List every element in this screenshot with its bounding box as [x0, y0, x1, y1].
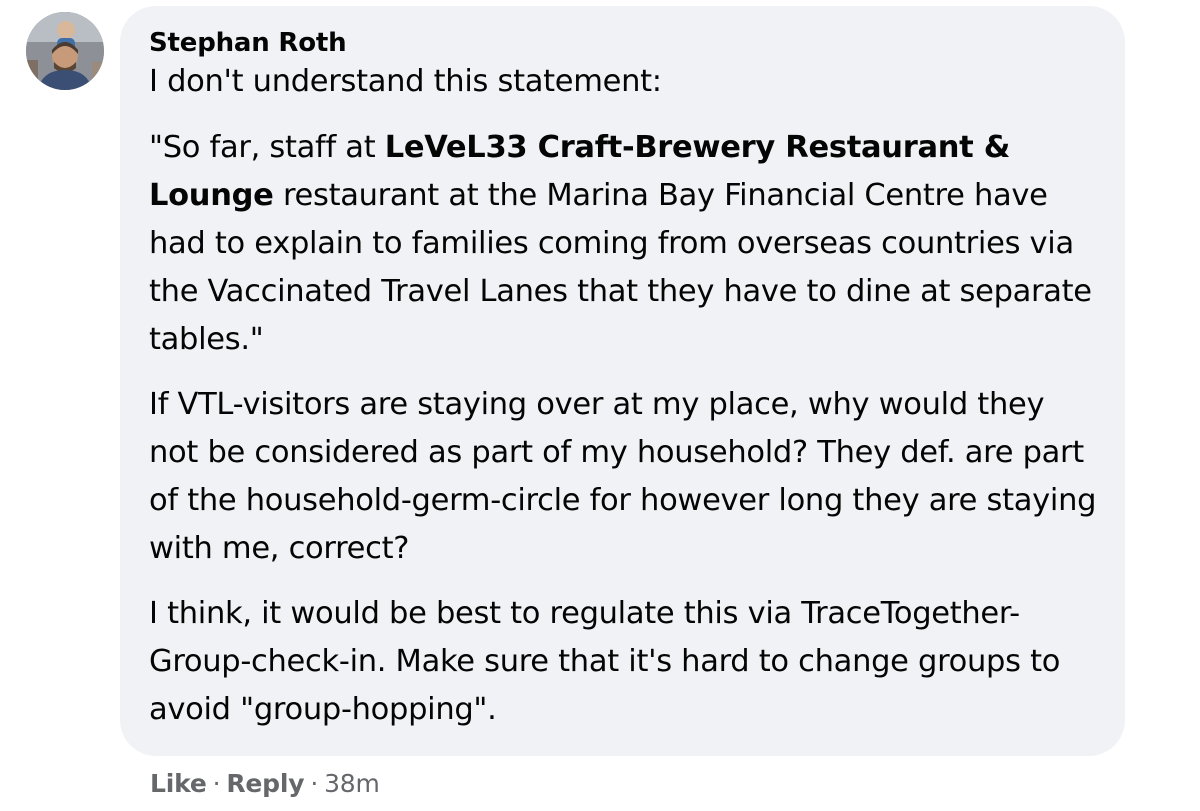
- separator: ·: [310, 769, 319, 798]
- separator: ·: [212, 769, 221, 798]
- like-button[interactable]: Like: [150, 769, 207, 798]
- quote-open: "So far, staff at: [149, 130, 385, 165]
- profile-photo-icon: [26, 12, 104, 90]
- reply-button[interactable]: Reply: [226, 769, 304, 798]
- comment-paragraph-4: I think, it would be best to regulate th…: [149, 596, 1061, 727]
- comment-actions: Like · Reply · 38m: [150, 766, 380, 802]
- comment-paragraph-2: "So far, staff at LeVeL33 Craft-Brewery …: [149, 124, 1099, 364]
- comment-author[interactable]: Stephan Roth: [149, 28, 1099, 58]
- comment-paragraph-1: I don't understand this statement:: [149, 64, 662, 99]
- timestamp[interactable]: 38m: [324, 769, 380, 798]
- comment-bubble: Stephan Roth I don't understand this sta…: [120, 6, 1125, 756]
- comment-paragraph-3: If VTL-visitors are staying over at my p…: [149, 387, 1097, 566]
- quote-body: restaurant at the Marina Bay Financial C…: [149, 178, 1092, 357]
- avatar[interactable]: [26, 12, 104, 90]
